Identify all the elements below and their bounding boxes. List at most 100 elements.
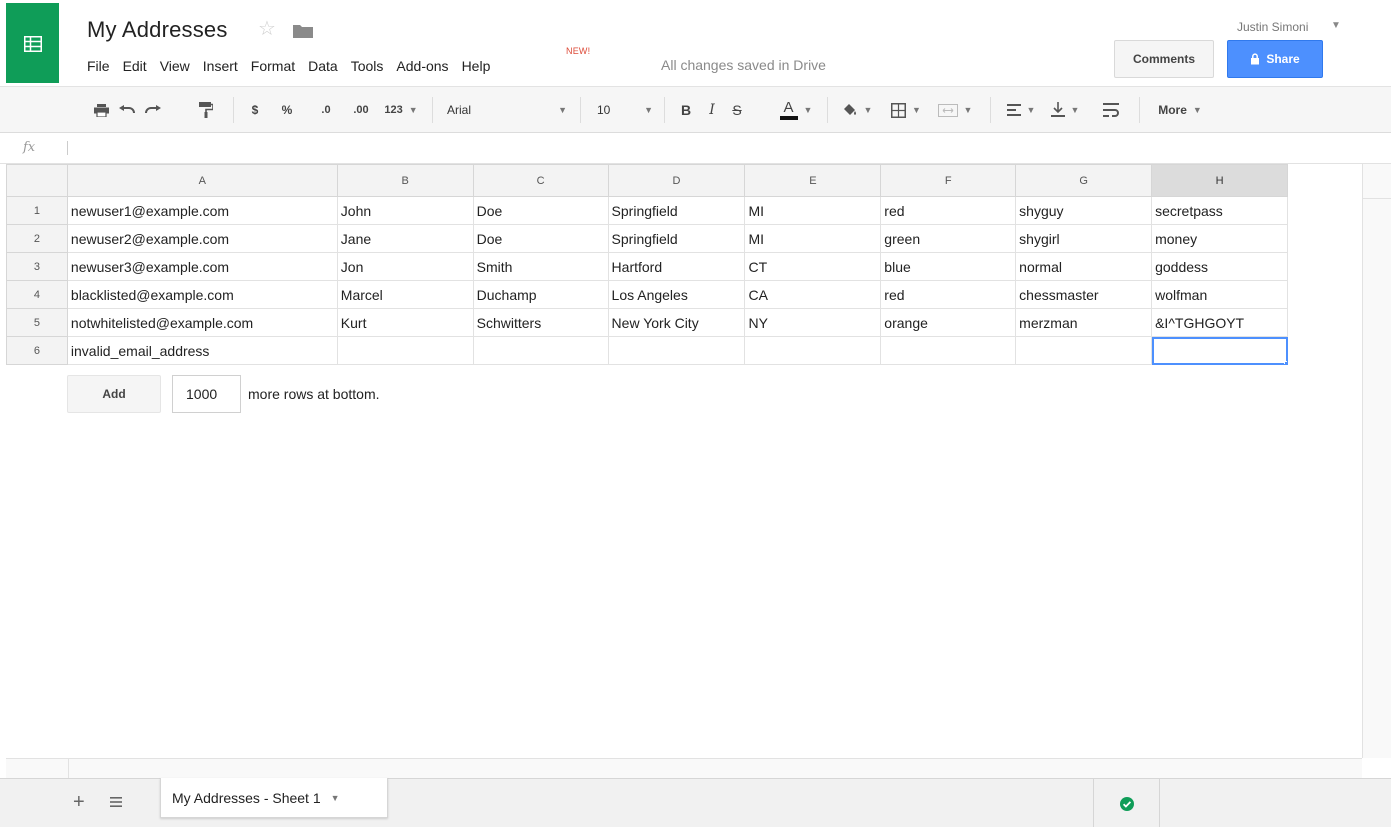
cell[interactable]: money — [1151, 224, 1289, 253]
merge-cells-icon[interactable]: ▼ — [932, 97, 978, 123]
font-family-select[interactable]: Arial ▼ — [447, 97, 567, 123]
cell[interactable]: newuser1@example.com — [66, 196, 338, 225]
row-header[interactable]: 2 — [6, 224, 68, 253]
vertical-scrollbar[interactable] — [1362, 164, 1391, 758]
decrease-decimal-button[interactable]: .0 — [312, 97, 340, 123]
cell[interactable]: wolfman — [1151, 280, 1289, 309]
menu-data[interactable]: Data — [308, 58, 338, 74]
cell[interactable]: NY — [744, 308, 882, 337]
chevron-down-icon[interactable]: ▼ — [331, 793, 340, 803]
column-header-b[interactable]: B — [336, 164, 474, 197]
menu-help[interactable]: Help — [462, 58, 491, 74]
cell[interactable]: blacklisted@example.com — [66, 280, 338, 309]
menu-format[interactable]: Format — [251, 58, 295, 74]
fill-handle[interactable] — [1284, 361, 1287, 364]
star-icon[interactable]: ☆ — [258, 19, 276, 39]
cell[interactable]: green — [880, 224, 1017, 253]
strikethrough-button[interactable]: S — [728, 97, 746, 123]
cell[interactable]: shyguy — [1015, 196, 1153, 225]
cell[interactable]: secretpass — [1151, 196, 1289, 225]
cell[interactable]: invalid_email_address — [66, 336, 338, 365]
selected-cell[interactable] — [1151, 336, 1289, 365]
menu-edit[interactable]: Edit — [123, 58, 147, 74]
cell[interactable] — [336, 336, 474, 365]
cell[interactable] — [744, 336, 882, 365]
text-color-button[interactable]: A ▼ — [773, 97, 819, 123]
row-header[interactable]: 6 — [6, 336, 68, 365]
share-button[interactable]: Share — [1227, 40, 1323, 78]
menu-tools[interactable]: Tools — [351, 58, 384, 74]
percent-format-button[interactable]: % — [278, 97, 296, 123]
column-header-f[interactable]: F — [880, 164, 1017, 197]
cell[interactable]: Duchamp — [472, 280, 609, 309]
cell[interactable]: newuser2@example.com — [66, 224, 338, 253]
cell[interactable]: notwhitelisted@example.com — [66, 308, 338, 337]
cell[interactable]: MI — [744, 224, 882, 253]
add-rows-button[interactable]: Add — [67, 375, 161, 413]
cell[interactable]: John — [336, 196, 474, 225]
font-size-select[interactable]: 10 ▼ — [597, 97, 653, 123]
cell[interactable]: Jon — [336, 252, 474, 281]
cell[interactable] — [607, 336, 746, 365]
cell[interactable]: blue — [880, 252, 1017, 281]
column-header-g[interactable]: G — [1015, 164, 1153, 197]
sheets-logo-icon[interactable] — [6, 3, 59, 83]
cell[interactable]: New York City — [607, 308, 746, 337]
folder-icon[interactable] — [292, 23, 314, 44]
align-icon[interactable]: ▼ — [1003, 97, 1039, 123]
cell[interactable]: &I^TGHGOYT — [1151, 308, 1289, 337]
cell[interactable]: CA — [744, 280, 882, 309]
row-header[interactable]: 1 — [6, 196, 68, 225]
cell[interactable]: Kurt — [336, 308, 474, 337]
cell[interactable]: chessmaster — [1015, 280, 1153, 309]
select-all-corner[interactable] — [6, 164, 68, 197]
column-header-c[interactable]: C — [472, 164, 609, 197]
document-title[interactable]: My Addresses — [87, 17, 228, 43]
print-icon[interactable] — [90, 97, 112, 123]
cell[interactable]: Smith — [472, 252, 609, 281]
cell[interactable]: Hartford — [607, 252, 746, 281]
menu-view[interactable]: View — [160, 58, 190, 74]
cell[interactable]: CT — [744, 252, 882, 281]
cell[interactable]: Schwitters — [472, 308, 609, 337]
redo-icon[interactable] — [142, 97, 164, 123]
cell[interactable]: Springfield — [607, 224, 746, 253]
row-header[interactable]: 3 — [6, 252, 68, 281]
row-header[interactable]: 4 — [6, 280, 68, 309]
paint-format-icon[interactable] — [195, 97, 217, 123]
cell[interactable] — [472, 336, 609, 365]
cell[interactable]: MI — [744, 196, 882, 225]
currency-format-button[interactable]: $ — [246, 97, 264, 123]
cell[interactable]: Jane — [336, 224, 474, 253]
borders-icon[interactable]: ▼ — [885, 97, 927, 123]
comments-button[interactable]: Comments — [1114, 40, 1214, 78]
column-header-h[interactable]: H — [1151, 164, 1289, 197]
cell[interactable]: newuser3@example.com — [66, 252, 338, 281]
cell[interactable]: Springfield — [607, 196, 746, 225]
chevron-down-icon[interactable]: ▼ — [1331, 20, 1341, 31]
fill-color-icon[interactable]: ▼ — [840, 97, 874, 123]
row-header[interactable]: 5 — [6, 308, 68, 337]
status-area[interactable] — [1093, 779, 1160, 827]
bold-button[interactable]: B — [677, 97, 695, 123]
cell[interactable]: Marcel — [336, 280, 474, 309]
horizontal-scrollbar[interactable] — [6, 758, 1362, 779]
cell[interactable]: shygirl — [1015, 224, 1153, 253]
undo-icon[interactable] — [116, 97, 138, 123]
account-name[interactable]: Justin Simoni — [1237, 20, 1308, 34]
valign-icon[interactable]: ▼ — [1047, 97, 1083, 123]
menu-insert[interactable]: Insert — [203, 58, 238, 74]
cell[interactable]: merzman — [1015, 308, 1153, 337]
sheet-tab[interactable]: My Addresses - Sheet 1 ▼ — [160, 778, 388, 818]
cell[interactable]: orange — [880, 308, 1017, 337]
plus-icon[interactable]: + — [73, 791, 85, 814]
sheet-list-icon[interactable] — [110, 794, 122, 812]
cell[interactable]: red — [880, 196, 1017, 225]
cell[interactable]: normal — [1015, 252, 1153, 281]
save-status[interactable]: All changes saved in Drive — [661, 57, 826, 73]
cell[interactable] — [1015, 336, 1153, 365]
cell[interactable]: Doe — [472, 224, 609, 253]
column-header-d[interactable]: D — [607, 164, 746, 197]
more-formats-button[interactable]: 123 ▼ — [379, 97, 423, 123]
cell[interactable]: goddess — [1151, 252, 1289, 281]
